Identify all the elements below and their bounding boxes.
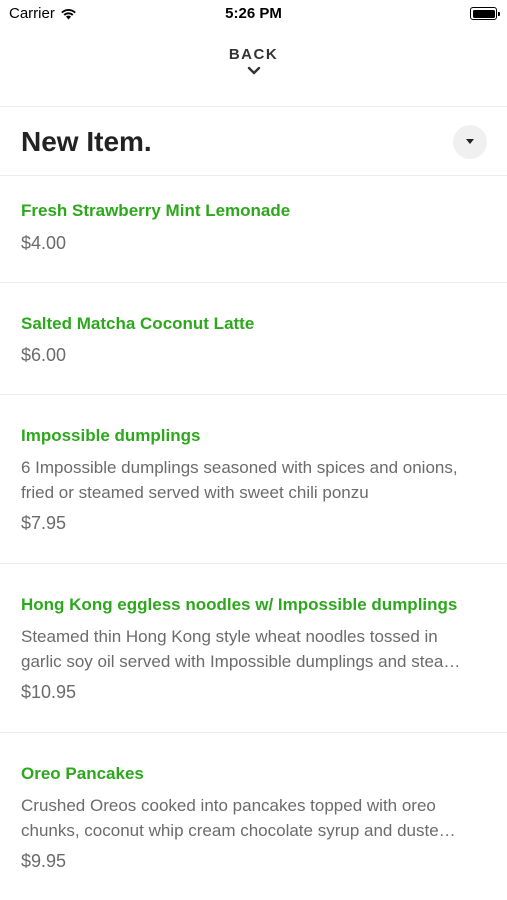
menu-item[interactable]: Salted Matcha Coconut Latte $6.00 — [0, 283, 507, 395]
item-name: Oreo Pancakes — [21, 764, 144, 783]
item-description-line: Steamed thin Hong Kong style wheat noodl… — [21, 627, 438, 646]
item-description-line: Crushed Oreos cooked into pancakes toppe… — [21, 796, 436, 815]
dropdown-button[interactable] — [453, 125, 487, 159]
caret-down-icon — [466, 139, 474, 144]
item-price: $10.95 — [21, 682, 77, 702]
top-divider — [0, 106, 507, 107]
item-description: 6 Impossible dumplings seasoned with spi… — [21, 455, 487, 505]
item-name: Hong Kong eggless noodles w/ Impossible … — [21, 595, 458, 614]
item-name: Salted Matcha Coconut Latte — [21, 314, 255, 333]
item-description: Crushed Oreos cooked into pancakes toppe… — [21, 793, 487, 843]
item-description-line: 6 Impossible dumplings seasoned with spi… — [21, 458, 458, 477]
menu-item[interactable]: Oreo Pancakes Crushed Oreos cooked into … — [0, 733, 507, 900]
item-price: $6.00 — [21, 345, 67, 365]
item-price: $7.95 — [21, 513, 67, 533]
menu-item[interactable]: Fresh Strawberry Mint Lemonade $4.00 — [0, 176, 507, 283]
battery-icon — [470, 7, 500, 20]
item-description-line: garlic soy oil served with Impossible du… — [21, 652, 461, 671]
back-label: BACK — [228, 46, 279, 63]
status-time: 5:26 PM — [225, 5, 282, 22]
menu-item[interactable]: Hong Kong eggless noodles w/ Impossible … — [0, 564, 507, 733]
item-description-line: fried or steamed served with sweet chili… — [21, 483, 369, 502]
item-description: Steamed thin Hong Kong style wheat noodl… — [21, 624, 487, 674]
back-button[interactable]: BACK — [0, 46, 507, 92]
item-price: $9.95 — [21, 851, 67, 871]
page-title: New Item. — [21, 126, 152, 157]
item-name: Fresh Strawberry Mint Lemonade — [21, 201, 291, 220]
status-bar: Carrier 5:26 PM — [0, 0, 507, 28]
chevron-down-icon — [247, 66, 260, 75]
item-name: Impossible dumplings — [21, 426, 201, 445]
item-description-line: chunks, coconut whip cream chocolate syr… — [21, 821, 456, 840]
menu-item[interactable]: Impossible dumplings 6 Impossible dumpli… — [0, 395, 507, 564]
item-price: $4.00 — [21, 233, 67, 253]
section-header: New Item. — [0, 108, 507, 175]
